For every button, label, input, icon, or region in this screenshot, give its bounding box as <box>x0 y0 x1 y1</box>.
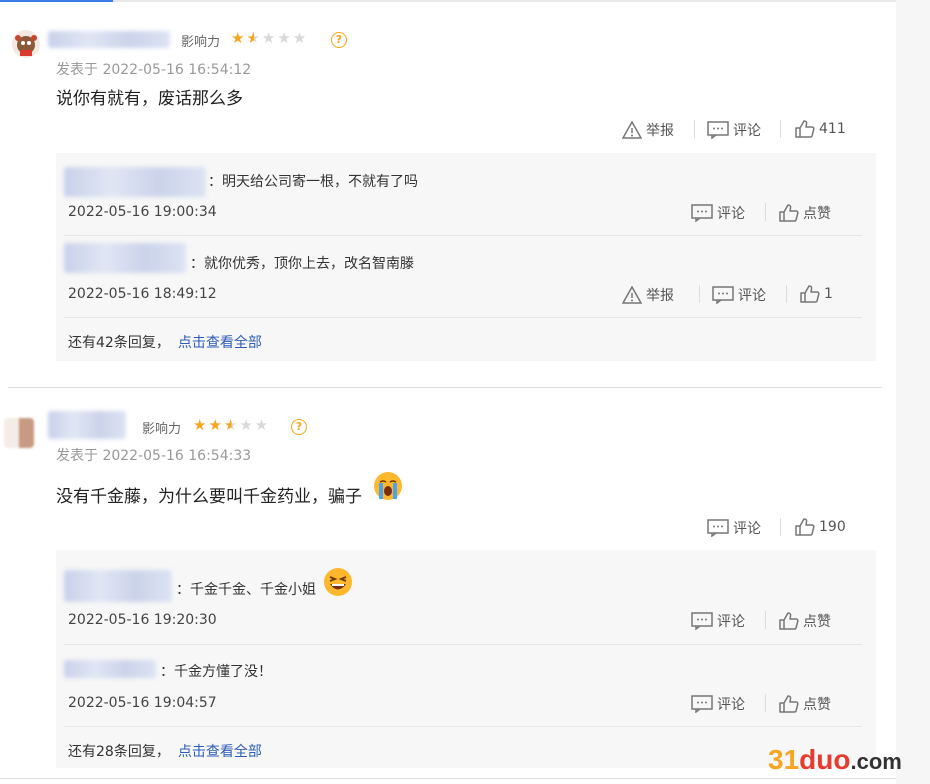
active-tab-indicator <box>0 0 113 2</box>
action-separator <box>780 120 781 138</box>
reply-time: 2022-05-16 18:49:12 <box>68 286 217 302</box>
reply-comment-button[interactable]: 评论 <box>691 611 745 631</box>
reply-username-blurred[interactable] <box>64 167 206 197</box>
reply-like-count: 1 <box>824 286 833 302</box>
view-all-link[interactable]: 点击查看全部 <box>178 744 262 760</box>
reply-comment-label: 评论 <box>717 697 745 713</box>
thumbs-up-icon <box>795 120 815 138</box>
reply-comment-label: 评论 <box>738 288 766 304</box>
view-all-link[interactable]: 点击查看全部 <box>178 335 262 351</box>
reply-like-label: 点赞 <box>803 614 831 630</box>
reply-username-blurred[interactable] <box>64 660 156 678</box>
reply-comment-label: 评论 <box>717 614 745 630</box>
thumbs-up-icon <box>779 695 799 713</box>
comment-bubble-icon <box>691 204 713 222</box>
more-replies: 还有42条回复， 点击查看全部 <box>68 332 262 352</box>
report-label: 举报 <box>646 123 674 139</box>
like-button[interactable]: 190 <box>795 518 846 536</box>
avatar-image <box>15 35 37 56</box>
more-replies-text: 还有42条回复， <box>68 335 170 351</box>
like-count: 411 <box>819 121 846 137</box>
reply-username-blurred[interactable] <box>64 243 186 273</box>
comment-label: 评论 <box>733 521 761 537</box>
reply-username-blurred[interactable] <box>64 570 172 602</box>
username-blurred[interactable] <box>48 31 170 48</box>
action-separator <box>694 120 695 138</box>
reply-divider <box>64 317 862 318</box>
thumbs-up-icon <box>800 285 820 303</box>
post-time: 发表于 2022-05-16 16:54:33 <box>56 448 252 464</box>
reply-text: ：千金千金、千金小姐 <box>176 582 316 598</box>
report-button[interactable]: 举报 <box>622 120 674 140</box>
reply-divider <box>64 726 862 727</box>
reply-divider <box>64 235 862 236</box>
influence-stars: ★★★★★ <box>231 29 309 47</box>
action-separator <box>765 694 766 712</box>
bottom-divider <box>0 778 896 779</box>
watermark-brand: duo <box>799 744 851 775</box>
reply-report-label: 举报 <box>646 288 674 304</box>
top-divider <box>0 0 896 2</box>
thumbs-up-icon <box>779 612 799 630</box>
warning-triangle-icon <box>622 121 642 139</box>
comment-bubble-icon <box>691 695 713 713</box>
comment-button[interactable]: 评论 <box>707 518 761 538</box>
more-replies-text: 还有28条回复， <box>68 744 170 760</box>
comment-text: 没有千金藤，为什么要叫千金药业，骗子 <box>56 487 362 507</box>
thumbs-up-icon <box>795 518 815 536</box>
reply-like-button[interactable]: 1 <box>800 285 833 303</box>
reply-text: ：就你优秀，顶你上去，改名智南滕 <box>190 256 414 272</box>
reply-comment-button[interactable]: 评论 <box>691 694 745 714</box>
comment-button[interactable]: 评论 <box>707 120 761 140</box>
reply-text: ：千金方懂了没！ <box>160 664 272 680</box>
username-blurred[interactable] <box>48 411 126 439</box>
influence-label: 影响力 <box>142 422 182 437</box>
avatar[interactable] <box>12 30 40 58</box>
crying-emoji-icon <box>374 472 402 500</box>
action-separator <box>699 285 700 303</box>
comment-bubble-icon <box>712 286 734 304</box>
reply-comment-label: 评论 <box>717 206 745 222</box>
watermark-number: 31 <box>768 744 800 775</box>
watermark-suffix: .com <box>850 749 902 774</box>
influence-stars: ★★★★★ <box>193 416 271 434</box>
comment-bubble-icon <box>707 121 729 139</box>
avatar[interactable] <box>4 418 34 448</box>
reply-like-label: 点赞 <box>803 697 831 713</box>
like-button[interactable]: 411 <box>795 120 846 138</box>
comment-bubble-icon <box>707 519 729 537</box>
watermark-logo: 31duo.com <box>768 744 902 776</box>
reply-comment-button[interactable]: 评论 <box>712 285 766 305</box>
action-separator <box>765 611 766 629</box>
reply-time: 2022-05-16 19:00:34 <box>68 204 217 220</box>
right-gutter <box>896 0 930 784</box>
action-separator <box>786 285 787 303</box>
reply-time: 2022-05-16 19:04:57 <box>68 695 217 711</box>
like-count: 190 <box>819 519 846 535</box>
thumbs-up-icon <box>779 204 799 222</box>
action-separator <box>780 518 781 536</box>
help-icon[interactable]: ? <box>291 419 307 435</box>
reply-comment-button[interactable]: 评论 <box>691 203 745 223</box>
comment-divider <box>8 387 882 388</box>
warning-triangle-icon <box>622 286 642 304</box>
post-time: 发表于 2022-05-16 16:54:12 <box>56 62 252 78</box>
reply-like-button[interactable]: 点赞 <box>779 611 831 631</box>
comment-label: 评论 <box>733 123 761 139</box>
reply-report-button[interactable]: 举报 <box>622 285 674 305</box>
reply-divider <box>64 644 862 645</box>
help-icon[interactable]: ? <box>331 32 347 48</box>
comment-bubble-icon <box>691 612 713 630</box>
reply-like-label: 点赞 <box>803 206 831 222</box>
reply-like-button[interactable]: 点赞 <box>779 694 831 714</box>
reply-text: ：明天给公司寄一根，不就有了吗 <box>208 174 418 190</box>
reply-like-button[interactable]: 点赞 <box>779 203 831 223</box>
reply-time: 2022-05-16 19:20:30 <box>68 612 217 628</box>
laughing-emoji-icon <box>324 568 352 596</box>
action-separator <box>765 203 766 221</box>
influence-label: 影响力 <box>181 35 221 50</box>
more-replies: 还有28条回复， 点击查看全部 <box>68 741 262 761</box>
comment-text: 说你有就有，废话那么多 <box>56 89 243 109</box>
